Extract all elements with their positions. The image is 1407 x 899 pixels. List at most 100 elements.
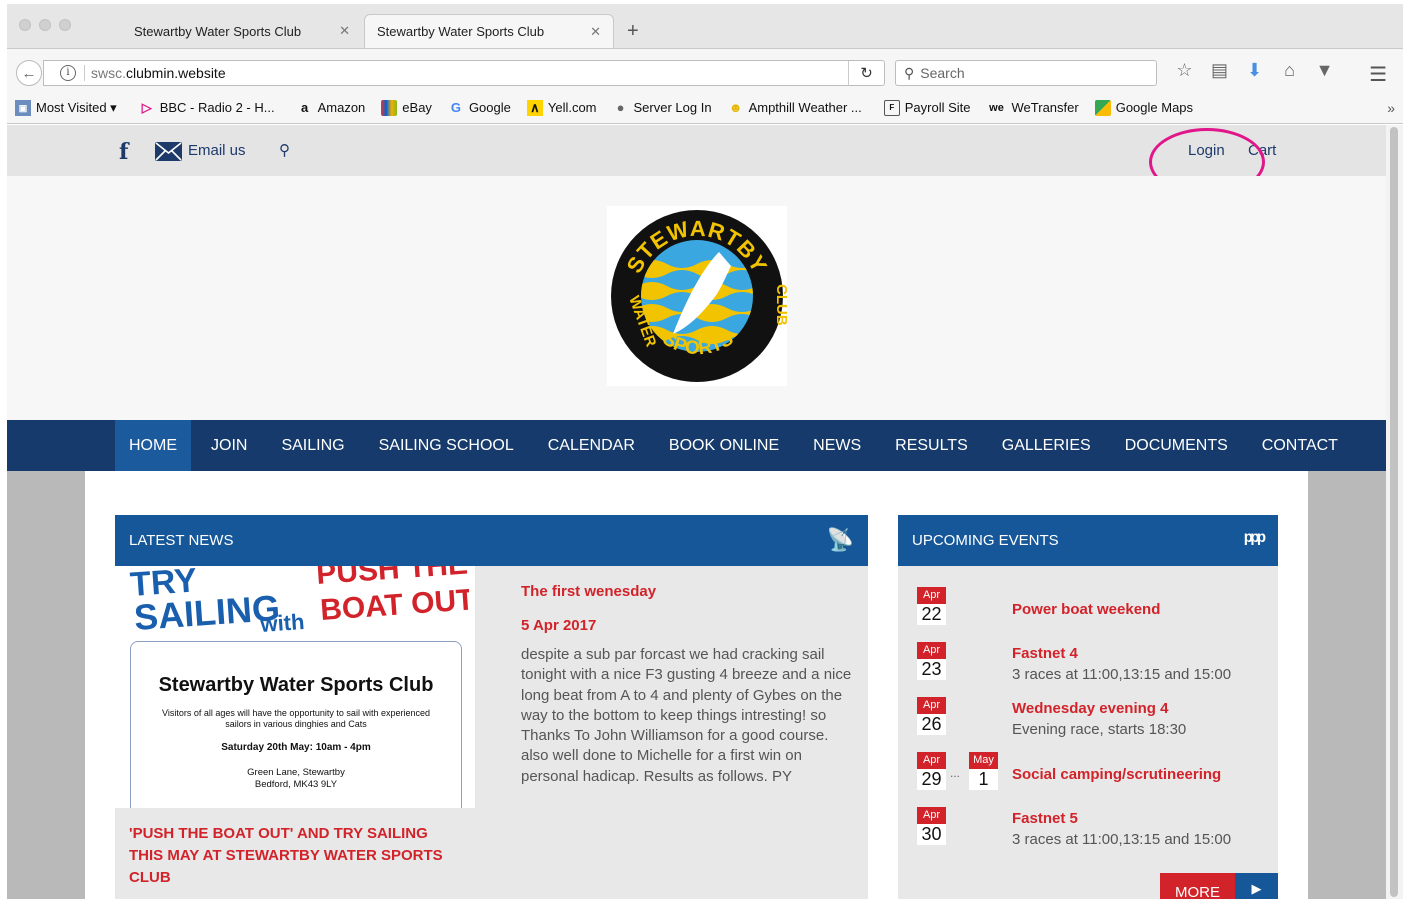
- yell-icon: ∧: [526, 99, 543, 116]
- upcoming-events-header: UPCOMING EVENTS ᵖᵖᵖ: [898, 515, 1278, 566]
- bookmark-item[interactable]: F Payroll Site: [876, 99, 979, 116]
- ebay-icon: [381, 99, 398, 116]
- event-title-link[interactable]: Wednesday evening 4: [1012, 700, 1168, 717]
- event-description: 3 races at 11:00,13:15 and 15:00: [1012, 666, 1232, 683]
- more-label: MORE: [1160, 873, 1235, 899]
- url-host: clubmin.website: [126, 65, 226, 81]
- url-bar[interactable]: i swsc. clubmin.website ↻: [43, 60, 885, 86]
- bookmark-item[interactable]: ▣ Most Visited ▾: [7, 99, 125, 116]
- club-logo[interactable]: STEWARTBY SPORTS WATER CLUB: [607, 206, 790, 386]
- nav-galleries[interactable]: GALLERIES: [988, 420, 1105, 471]
- article-date: 5 Apr 2017: [521, 617, 597, 634]
- article-title-link[interactable]: The first wenesday: [521, 583, 656, 600]
- bbc-radio-icon: ▷: [141, 99, 152, 115]
- page-scrollbar[interactable]: [1386, 125, 1403, 899]
- svg-text:with: with: [259, 609, 306, 637]
- nav-documents[interactable]: DOCUMENTS: [1111, 420, 1242, 471]
- flyer-date: Saturday 20th May: 10am - 4pm: [221, 742, 371, 753]
- flyer-details-box: Stewartby Water Sports Club Visitors of …: [130, 641, 462, 808]
- event-title-link[interactable]: Fastnet 4: [1012, 645, 1078, 662]
- bookmark-item[interactable]: a Amazon: [289, 100, 374, 116]
- minimize-window-button[interactable]: [39, 19, 51, 31]
- url-subdomain: swsc.: [91, 65, 126, 81]
- nav-calendar[interactable]: CALENDAR: [534, 420, 649, 471]
- satellite-dish-icon: 📡: [826, 527, 854, 552]
- bookmark-item[interactable]: Google Maps: [1087, 99, 1201, 116]
- event-date: Apr 30: [917, 807, 946, 845]
- news-headline-link[interactable]: 'PUSH THE BOAT OUT' AND TRY SAILING THIS…: [129, 823, 459, 889]
- browser-tab-bar: Stewartby Water Sports Club ✕ Stewartby …: [7, 4, 1403, 48]
- bookmark-label: WeTransfer: [1011, 100, 1079, 115]
- event-title-link[interactable]: Fastnet 5: [1012, 810, 1078, 827]
- bookmark-label: Most Visited ▾: [36, 99, 117, 115]
- nav-news[interactable]: NEWS: [799, 420, 875, 471]
- nav-results[interactable]: RESULTS: [881, 420, 982, 471]
- email-us-link[interactable]: Email us: [188, 142, 246, 159]
- event-title-link[interactable]: Power boat weekend: [1012, 601, 1160, 618]
- event-end-date: May 1: [969, 752, 998, 790]
- nav-sailing-school[interactable]: SAILING SCHOOL: [365, 420, 528, 471]
- pocket-icon[interactable]: ▼: [1307, 60, 1342, 81]
- amazon-icon: a: [300, 99, 309, 115]
- upcoming-events-panel: UPCOMING EVENTS ᵖᵖᵖ Apr 22 Power boat we…: [898, 515, 1278, 899]
- svg-text:BOAT OUT: BOAT OUT: [319, 583, 469, 627]
- event-start-date: Apr 29: [917, 752, 946, 790]
- news-flyer-image[interactable]: TRY SAILING with PUSH THE BOAT OUT Stewa…: [115, 566, 475, 808]
- search-icon: ⚲: [904, 64, 915, 81]
- latest-news-header: LATEST NEWS 📡: [115, 515, 868, 566]
- bookmarks-overflow-icon[interactable]: »: [1387, 100, 1395, 116]
- browser-toolbar: ← i swsc. clubmin.website ↻ ⚲ Search ☆ ▤ …: [7, 48, 1403, 92]
- home-icon[interactable]: ⌂: [1272, 60, 1307, 81]
- info-icon[interactable]: i: [60, 65, 76, 81]
- bookmark-item[interactable]: we WeTransfer: [979, 100, 1087, 116]
- bookmark-label: Payroll Site: [904, 100, 971, 115]
- event-date: Apr 23: [917, 642, 946, 680]
- event-title-link[interactable]: Social camping/scrutineering: [1012, 766, 1221, 783]
- close-tab-icon[interactable]: ✕: [590, 24, 601, 40]
- flyer-line: sailors in various dinghies and Cats: [225, 719, 367, 729]
- weather-icon: ☻: [728, 99, 743, 115]
- nav-book-online[interactable]: BOOK ONLINE: [655, 420, 793, 471]
- browser-tab-active[interactable]: Stewartby Water Sports Club ✕: [364, 14, 614, 48]
- maximize-window-button[interactable]: [59, 19, 71, 31]
- facebook-icon[interactable]: f: [119, 139, 128, 165]
- close-window-button[interactable]: [19, 19, 31, 31]
- reader-list-icon[interactable]: ▤: [1202, 60, 1237, 81]
- back-arrow-icon[interactable]: ←: [16, 60, 42, 86]
- bookmark-label: Google Maps: [1115, 100, 1194, 115]
- bookmark-item[interactable]: ▷ BBC - Radio 2 - H...: [131, 100, 283, 116]
- envelope-icon[interactable]: [155, 142, 182, 161]
- logo-right-text: CLUB: [773, 284, 787, 326]
- event-date: Apr 22: [917, 587, 946, 625]
- site-header: STEWARTBY SPORTS WATER CLUB: [7, 176, 1386, 420]
- wetransfer-icon: we: [989, 101, 1004, 114]
- nav-sailing[interactable]: SAILING: [267, 420, 358, 471]
- download-icon[interactable]: ⬇: [1237, 60, 1272, 81]
- browser-search-input[interactable]: ⚲ Search: [895, 60, 1157, 86]
- flyer-club-name: Stewartby Water Sports Club: [158, 674, 434, 696]
- nav-home[interactable]: HOME: [115, 420, 191, 471]
- bookmark-item[interactable]: ☻ Ampthill Weather ...: [720, 100, 870, 116]
- bookmark-item[interactable]: ∧ Yell.com: [519, 99, 605, 116]
- more-events-button[interactable]: MORE ▶: [1160, 873, 1278, 899]
- url-separator: [84, 65, 85, 81]
- bookmark-star-icon[interactable]: ☆: [1167, 60, 1202, 81]
- play-arrow-icon: ▶: [1235, 873, 1278, 899]
- bookmark-item[interactable]: eBay: [373, 99, 440, 116]
- nav-join[interactable]: JOIN: [197, 420, 261, 471]
- event-description: 3 races at 11:00,13:15 and 15:00: [1012, 831, 1232, 848]
- scrollbar-thumb[interactable]: [1390, 127, 1398, 897]
- bookmark-item[interactable]: G Google: [440, 100, 519, 116]
- latest-news-panel: LATEST NEWS 📡 TRY SAILING with PUSH THE …: [115, 515, 868, 899]
- close-tab-icon[interactable]: ✕: [339, 23, 350, 39]
- folder-icon: ▣: [15, 99, 31, 116]
- bookmark-label: eBay: [402, 100, 432, 115]
- browser-tab[interactable]: Stewartby Water Sports Club ✕: [122, 14, 362, 48]
- reload-icon[interactable]: ↻: [848, 61, 884, 85]
- nav-contact[interactable]: CONTACT: [1248, 420, 1352, 471]
- new-tab-button[interactable]: +: [627, 20, 639, 43]
- toolbar-icons: ☆ ▤ ⬇ ⌂ ▼: [1167, 60, 1342, 81]
- hamburger-menu-icon[interactable]: ☰: [1369, 62, 1387, 87]
- bookmark-item[interactable]: ● Server Log In: [605, 100, 720, 116]
- search-icon[interactable]: ⚲: [279, 141, 290, 159]
